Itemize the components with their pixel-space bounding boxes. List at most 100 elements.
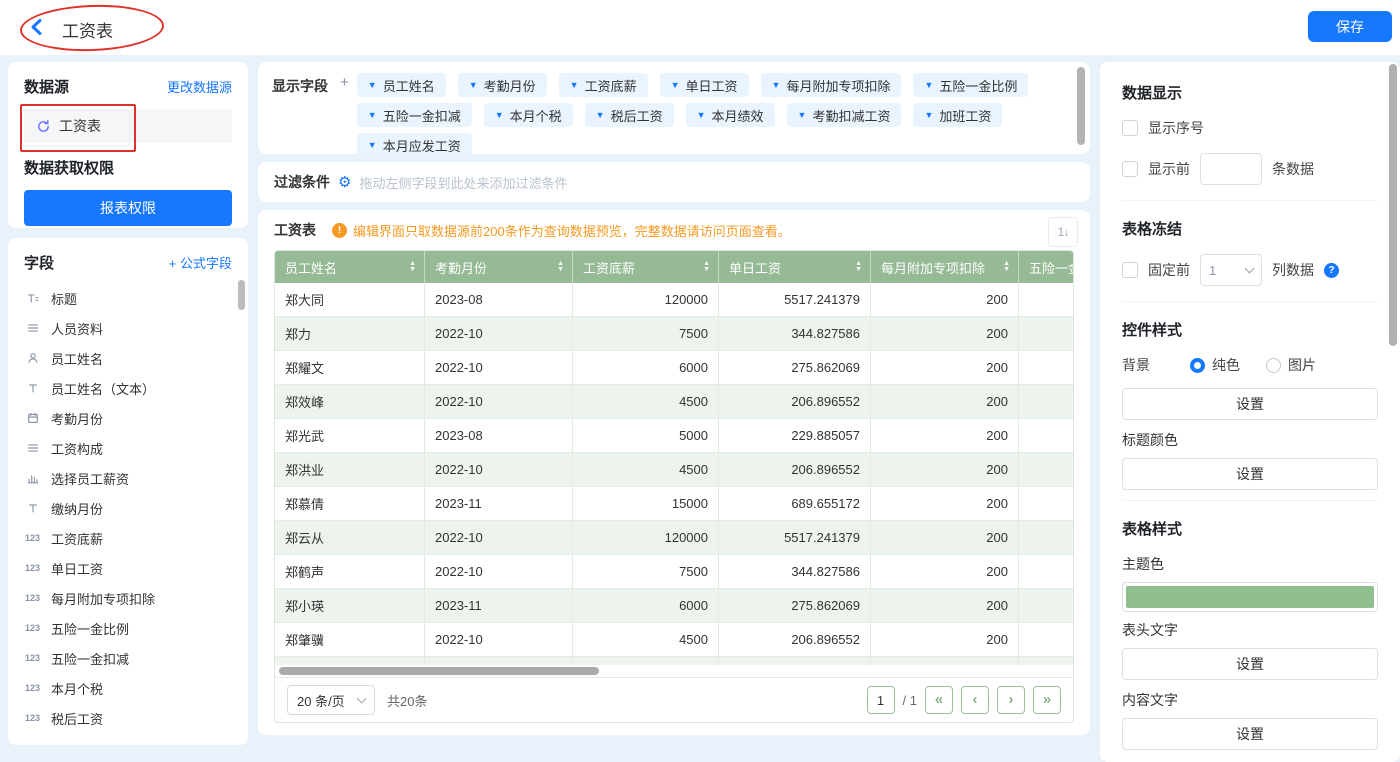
freeze-count-value: 1 xyxy=(1209,263,1216,278)
display-field-tag[interactable]: ▼考勤月份 xyxy=(458,73,547,97)
change-datasource-link[interactable]: 更改数据源 xyxy=(167,77,232,96)
tag-label: 加班工资 xyxy=(939,106,991,125)
fields-scrollbar[interactable] xyxy=(238,280,245,310)
table-cell: 郑云从 xyxy=(275,521,425,554)
freeze-count-select[interactable]: 1 xyxy=(1200,254,1262,286)
table-cell: 郑慕倩 xyxy=(275,487,425,520)
next-page-button[interactable]: › xyxy=(997,686,1025,714)
table-cell: 229.885057 xyxy=(719,419,871,452)
table-row[interactable]: 郑光武2023-085000229.885057200 xyxy=(275,419,1073,453)
display-field-tag[interactable]: ▼考勤扣减工资 xyxy=(787,103,902,127)
freeze-checkbox[interactable] xyxy=(1122,262,1138,278)
table-row[interactable]: 郑效峰2022-104500206.896552200 xyxy=(275,385,1073,419)
field-item[interactable]: 123单日工资 xyxy=(8,553,248,583)
display-field-tag[interactable]: ▼五险一金比例 xyxy=(913,73,1028,97)
field-item[interactable]: 123工资底薪 xyxy=(8,523,248,553)
table-cell: 206.896552 xyxy=(719,385,871,418)
display-field-tag[interactable]: ▼五险一金扣减 xyxy=(357,103,472,127)
table-row[interactable]: 郑耀文2022-106000275.862069200 xyxy=(275,351,1073,385)
field-item[interactable]: 选择员工薪资 xyxy=(8,463,248,493)
save-button[interactable]: 保存 xyxy=(1308,11,1392,42)
sort-carets-icon[interactable]: ▲▼ xyxy=(557,261,564,273)
header-text-label: 表头文字 xyxy=(1122,620,1378,640)
table-row[interactable]: 郑肇骥2022-104500206.896552200 xyxy=(275,623,1073,657)
show-first-count-input[interactable] xyxy=(1200,153,1262,185)
column-header[interactable]: 员工姓名▲▼ xyxy=(275,251,425,283)
sort-carets-icon[interactable]: ▲▼ xyxy=(855,261,862,273)
field-label: 标题 xyxy=(51,289,77,308)
sort-icon[interactable]: 1↓ xyxy=(1048,217,1078,247)
table-row[interactable]: 郑洪业2022-104500206.896552200 xyxy=(275,453,1073,487)
content-text-set-button[interactable]: 设置 xyxy=(1122,718,1378,750)
theme-color-picker[interactable] xyxy=(1122,582,1378,612)
sort-carets-icon[interactable]: ▲▼ xyxy=(703,261,710,273)
field-item[interactable]: 123五险一金比例 xyxy=(8,613,248,643)
help-icon[interactable]: ? xyxy=(1324,263,1339,278)
table-row[interactable]: 郑大同2023-081200005517.241379200 xyxy=(275,283,1073,317)
table-cell: 344.827586 xyxy=(719,317,871,350)
image-radio[interactable] xyxy=(1266,358,1281,373)
report-permission-button[interactable]: 报表权限 xyxy=(24,190,232,226)
field-item[interactable]: 考勤月份 xyxy=(8,403,248,433)
column-header[interactable]: 五险一金▲▼ xyxy=(1019,251,1073,283)
title-color-set-button[interactable]: 设置 xyxy=(1122,458,1378,490)
header-text-set-button[interactable]: 设置 xyxy=(1122,648,1378,680)
add-display-field-button[interactable]: + xyxy=(336,73,349,143)
background-set-button[interactable]: 设置 xyxy=(1122,388,1378,420)
display-field-tag[interactable]: ▼员工姓名 xyxy=(357,73,446,97)
sort-carets-icon[interactable]: ▲▼ xyxy=(409,261,416,273)
column-header[interactable]: 考勤月份▲▼ xyxy=(425,251,573,283)
prev-page-button[interactable]: ‹ xyxy=(961,686,989,714)
display-fields-scrollbar[interactable] xyxy=(1077,67,1085,145)
show-index-checkbox[interactable] xyxy=(1122,120,1138,136)
field-item[interactable]: 员工姓名（文本） xyxy=(8,373,248,403)
display-field-tag[interactable]: ▼税后工资 xyxy=(585,103,674,127)
table-row[interactable]: 郑鹤声2022-107500344.827586200 xyxy=(275,555,1073,589)
column-header[interactable]: 工资底薪▲▼ xyxy=(573,251,719,283)
formula-field-link[interactable]: + 公式字段 xyxy=(169,253,232,272)
column-header[interactable]: 单日工资▲▼ xyxy=(719,251,871,283)
table-cell xyxy=(573,657,719,665)
show-first-checkbox[interactable] xyxy=(1122,161,1138,177)
table-row[interactable]: 郑小瑛2023-116000275.862069200 xyxy=(275,589,1073,623)
access-heading: 数据获取权限 xyxy=(24,157,232,178)
field-item[interactable]: 标题 xyxy=(8,283,248,313)
table-row[interactable]: 郑慕倩2023-1115000689.655172200 xyxy=(275,487,1073,521)
table-row[interactable]: 郑云从2022-101200005517.241379200 xyxy=(275,521,1073,555)
display-field-tag[interactable]: ▼本月应发工资 xyxy=(357,133,472,154)
gear-icon[interactable]: ⚙ xyxy=(338,173,351,191)
table-cell xyxy=(425,657,573,665)
field-item[interactable]: 缴纳月份 xyxy=(8,493,248,523)
display-field-tag[interactable]: ▼加班工资 xyxy=(913,103,1002,127)
field-item[interactable]: 123五险一金扣减 xyxy=(8,643,248,673)
page-number-input[interactable]: 1 xyxy=(867,686,895,714)
horizontal-scrollbar[interactable] xyxy=(279,667,599,675)
page-size-select[interactable]: 20 条/页 xyxy=(287,685,375,715)
field-item[interactable]: 123本月个税 xyxy=(8,673,248,703)
field-item[interactable]: 人员资料 xyxy=(8,313,248,343)
field-item[interactable]: 123每月附加专项扣除 xyxy=(8,583,248,613)
sort-carets-icon[interactable]: ▲▼ xyxy=(1003,261,1010,273)
table-cell: 344.827586 xyxy=(719,555,871,588)
field-item[interactable]: 员工姓名 xyxy=(8,343,248,373)
table-cell: 7500 xyxy=(573,317,719,350)
solid-color-radio[interactable] xyxy=(1190,358,1205,373)
display-field-tag[interactable]: ▼本月个税 xyxy=(484,103,573,127)
display-field-tag[interactable]: ▼本月绩效 xyxy=(686,103,775,127)
table-row[interactable]: 郑力2022-107500344.827586200 xyxy=(275,317,1073,351)
tag-label: 工资底薪 xyxy=(585,76,637,95)
display-field-tag[interactable]: ▼工资底薪 xyxy=(559,73,648,97)
datasource-item[interactable]: 工资表 xyxy=(24,109,232,143)
table-cell: 郑肇骥 xyxy=(275,623,425,656)
field-item[interactable]: 123税后工资 xyxy=(8,703,248,733)
data-display-heading: 数据显示 xyxy=(1122,82,1378,103)
style-panel-scrollbar[interactable] xyxy=(1389,64,1397,346)
display-field-tag[interactable]: ▼每月附加专项扣除 xyxy=(761,73,902,97)
column-header[interactable]: 每月附加专项扣除▲▼ xyxy=(871,251,1019,283)
table-body: 郑大同2023-081200005517.241379200郑力2022-107… xyxy=(275,283,1073,665)
show-first-suffix: 条数据 xyxy=(1272,159,1314,179)
field-item[interactable]: 工资构成 xyxy=(8,433,248,463)
display-field-tag[interactable]: ▼单日工资 xyxy=(660,73,749,97)
first-page-button[interactable]: « xyxy=(925,686,953,714)
last-page-button[interactable]: » xyxy=(1033,686,1061,714)
